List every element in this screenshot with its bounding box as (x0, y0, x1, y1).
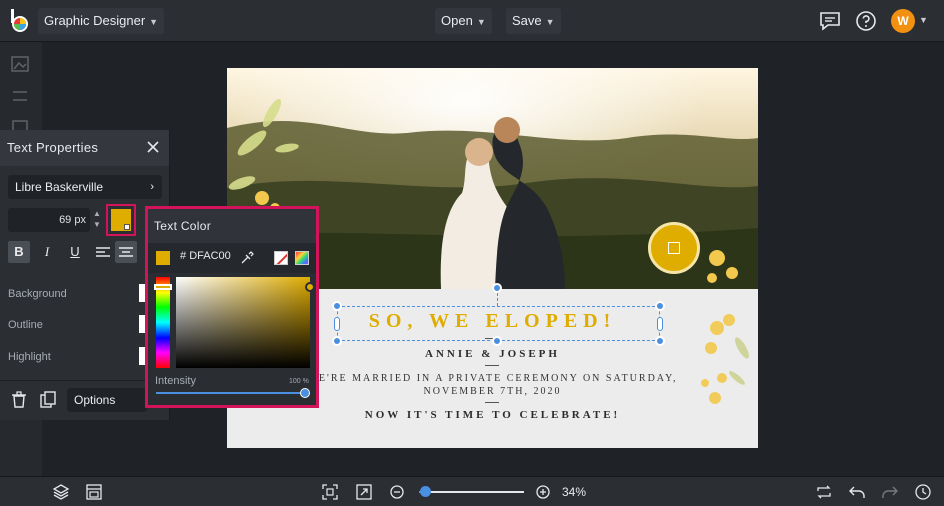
workspace-label: Graphic Designer (44, 13, 146, 28)
eyedropper-icon[interactable] (239, 250, 255, 266)
chevron-up-icon[interactable]: ▲ (92, 208, 102, 219)
chevron-right-icon: › (150, 181, 154, 193)
trash-icon[interactable] (8, 389, 30, 411)
resize-handle-right[interactable] (657, 317, 663, 331)
history-icon[interactable] (914, 483, 932, 501)
italic-label: I (44, 244, 50, 259)
text-color-popup: Text Color # DFAC00 Intensity 100 % (145, 206, 319, 408)
text-properties-title: Text Properties (0, 130, 169, 166)
celebrate-text[interactable]: NOW IT'S TIME TO CELEBRATE! (227, 409, 758, 421)
underline-button[interactable]: U (64, 241, 86, 263)
align-center-icon[interactable] (115, 241, 137, 263)
font-size-stepper[interactable]: ▲ ▼ (92, 208, 102, 232)
actual-size-icon[interactable] (355, 483, 373, 501)
layers-icon[interactable] (52, 483, 70, 501)
gradient-icon[interactable] (295, 251, 309, 265)
top-bar: Graphic Designer ▼ Open ▼ Save ▼ W ▼ (0, 0, 944, 42)
text-color-title: Text Color (148, 209, 316, 243)
chevron-down-icon[interactable]: ▼ (92, 219, 102, 230)
resize-handle-left[interactable] (334, 317, 340, 331)
current-color-swatch (156, 251, 170, 265)
undo-icon[interactable] (848, 483, 866, 501)
chevron-down-icon[interactable]: ▼ (919, 15, 928, 25)
fit-to-screen-icon[interactable] (321, 483, 339, 501)
chat-icon[interactable] (818, 9, 842, 33)
flower-decoration (701, 314, 749, 404)
dropdown-corner-icon (124, 224, 130, 230)
resize-handle-bottom-right[interactable] (655, 336, 665, 346)
intensity-slider-knob[interactable] (300, 388, 310, 398)
hex-value: DFAC00 (189, 250, 231, 262)
color-swatch-overlay[interactable] (648, 222, 700, 274)
save-label: Save (512, 13, 542, 28)
zoom-value: 34% (562, 485, 587, 499)
hex-input[interactable]: # DFAC00 (180, 250, 231, 262)
save-dropdown[interactable]: Save ▼ (506, 8, 561, 34)
color-input-row: # DFAC00 (148, 243, 316, 273)
canvas-layout-icon[interactable] (85, 483, 103, 501)
zoom-out-icon[interactable] (388, 483, 406, 501)
no-color-icon[interactable] (274, 251, 288, 265)
redo-icon[interactable] (881, 483, 899, 501)
repeat-icon[interactable] (815, 483, 833, 501)
intensity-label: Intensity (155, 375, 196, 387)
align-left-icon[interactable] (92, 241, 114, 263)
font-size-unit: px (74, 214, 86, 226)
intensity-value: 100 % (289, 378, 309, 385)
chevron-down-icon: ▼ (476, 17, 486, 27)
sliders-icon[interactable] (10, 86, 30, 106)
saturation-value-knob[interactable] (305, 282, 315, 292)
zoom-slider-knob[interactable] (420, 486, 431, 497)
text-color-button[interactable] (106, 204, 136, 236)
resize-handle-top-right[interactable] (655, 301, 665, 311)
hue-slider-knob[interactable] (154, 284, 172, 290)
text-color-swatch (111, 209, 131, 231)
chevron-down-icon: ▼ (149, 17, 159, 27)
befunky-logo-icon[interactable] (9, 9, 31, 33)
resize-handle-top-left[interactable] (332, 301, 342, 311)
square-icon (668, 242, 680, 254)
open-label: Open (441, 13, 473, 28)
workspace-dropdown[interactable]: Graphic Designer ▼ (38, 8, 165, 34)
rotate-handle-stem (497, 293, 498, 306)
user-avatar[interactable]: W (891, 9, 915, 33)
rotate-handle[interactable] (492, 283, 502, 293)
zoom-in-icon[interactable] (534, 483, 552, 501)
bold-button[interactable]: B (8, 241, 30, 263)
intensity-slider[interactable] (156, 392, 308, 394)
divider-line (485, 365, 499, 366)
close-icon[interactable] (146, 140, 160, 154)
outline-label: Outline (8, 319, 43, 331)
hue-slider[interactable] (156, 277, 170, 368)
open-dropdown[interactable]: Open ▼ (435, 8, 492, 34)
resize-handle-bottom[interactable] (492, 336, 502, 346)
font-size-input[interactable]: 69 px (8, 208, 90, 232)
saturation-value-picker[interactable] (176, 277, 310, 368)
duplicate-icon[interactable] (37, 389, 59, 411)
divider-line (485, 402, 499, 403)
bottom-bar: 34% (0, 476, 944, 506)
zoom-slider[interactable] (419, 491, 524, 493)
image-icon[interactable] (10, 54, 30, 74)
resize-handle-bottom-left[interactable] (332, 336, 342, 346)
hex-prefix: # (180, 250, 187, 262)
italic-button[interactable]: I (36, 241, 58, 263)
bold-label: B (14, 244, 24, 259)
chevron-down-icon: ▼ (545, 17, 555, 27)
font-family-value: Libre Baskerville (15, 180, 104, 194)
font-family-select[interactable]: Libre Baskerville › (8, 175, 162, 199)
help-icon[interactable] (854, 9, 878, 33)
options-button[interactable]: Options (67, 388, 147, 412)
highlight-label: Highlight (8, 351, 51, 363)
font-size-value: 69 (59, 214, 72, 226)
underline-label: U (70, 244, 80, 259)
background-label: Background (8, 288, 67, 300)
